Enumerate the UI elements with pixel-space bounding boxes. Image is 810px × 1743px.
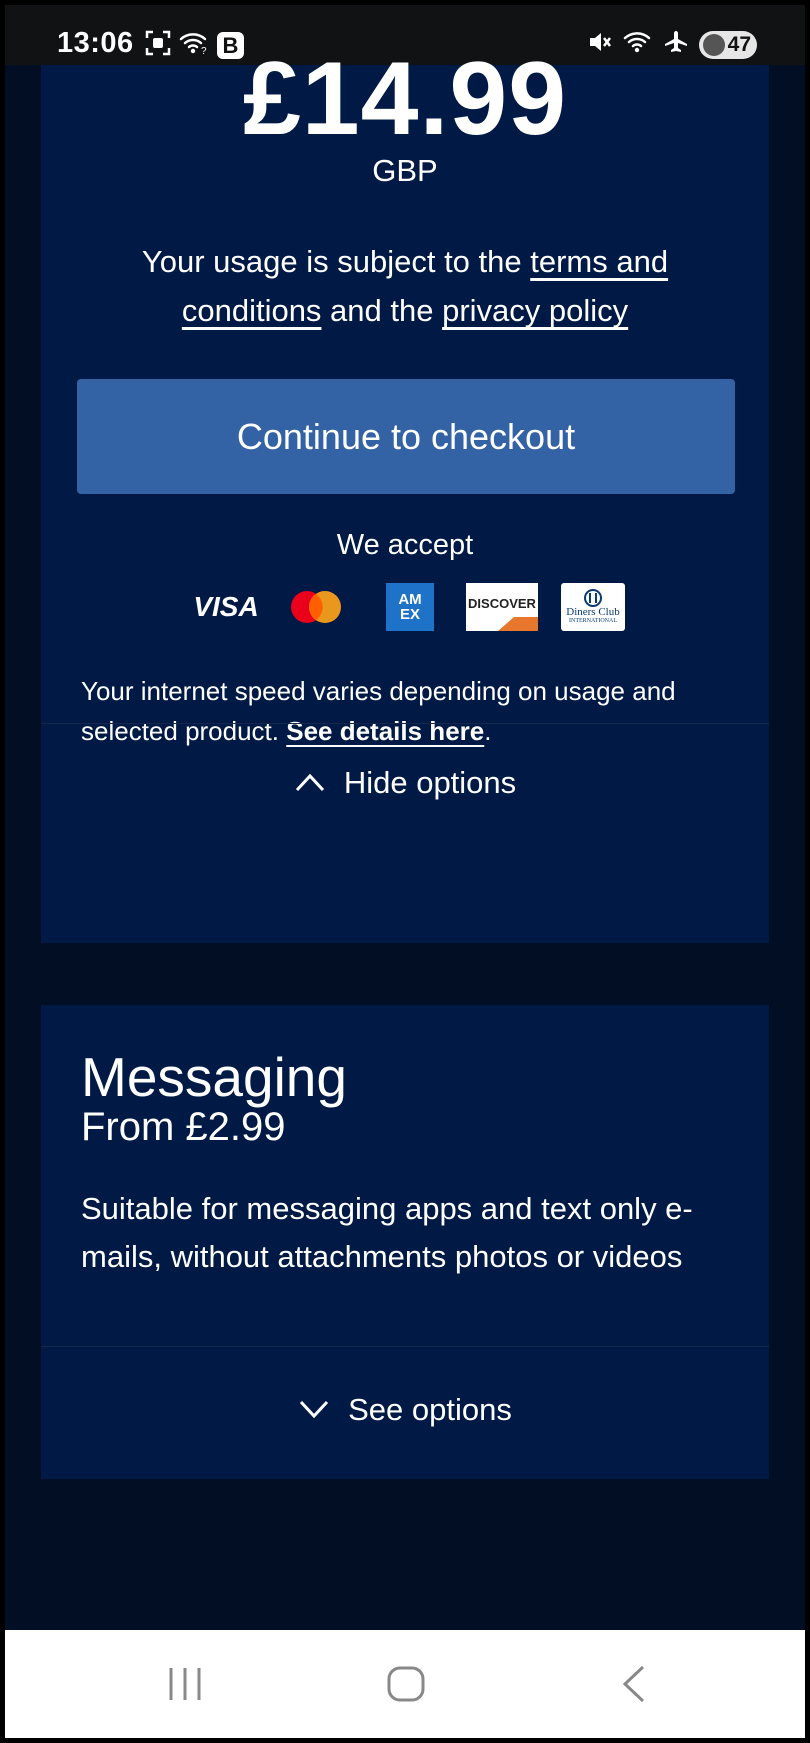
home-button[interactable] xyxy=(381,1660,431,1708)
mastercard-logo-icon xyxy=(288,583,344,631)
chevron-up-icon xyxy=(294,765,326,801)
terms-text: Your usage is subject to the terms and c… xyxy=(141,244,669,328)
back-button[interactable] xyxy=(610,1660,660,1708)
plan-currency: GBP xyxy=(372,153,438,188)
discover-logo-icon: DISCOVER xyxy=(466,583,538,631)
diners-club-logo-icon: Diners Club INTERNATIONAL xyxy=(561,583,625,631)
hide-options-button[interactable]: Hide options xyxy=(41,733,769,833)
we-accept-label: We accept xyxy=(336,529,474,561)
divider xyxy=(41,1346,769,1347)
messaging-title: Messaging xyxy=(81,1046,347,1108)
see-options-button[interactable]: See options xyxy=(41,1360,769,1460)
amex-logo-icon: AM EX xyxy=(386,583,434,631)
messaging-description: Suitable for messaging apps and text onl… xyxy=(81,1191,693,1274)
visa-logo-icon: VISA xyxy=(193,591,259,622)
plan-price: £14.99 xyxy=(242,41,568,157)
navigation-bar xyxy=(5,1630,805,1738)
privacy-policy-link[interactable]: privacy policy xyxy=(442,293,628,328)
plan-card: £14.99 GBP Your usage is subject to the … xyxy=(41,47,769,943)
recent-apps-button[interactable] xyxy=(160,1660,210,1708)
messaging-price: From £2.99 xyxy=(81,1105,286,1149)
chevron-down-icon xyxy=(298,1392,330,1428)
screen: 13:06 ? B 47 £14.99 GBP Your usage is su… xyxy=(5,5,805,1738)
divider xyxy=(41,723,769,724)
continue-to-checkout-button[interactable]: Continue to checkout xyxy=(77,379,735,494)
payment-methods: VISA AM EX DISCOVER Diners Club INTERNAT… xyxy=(41,583,769,631)
messaging-card: Messaging From £2.99 Suitable for messag… xyxy=(41,1005,769,1479)
